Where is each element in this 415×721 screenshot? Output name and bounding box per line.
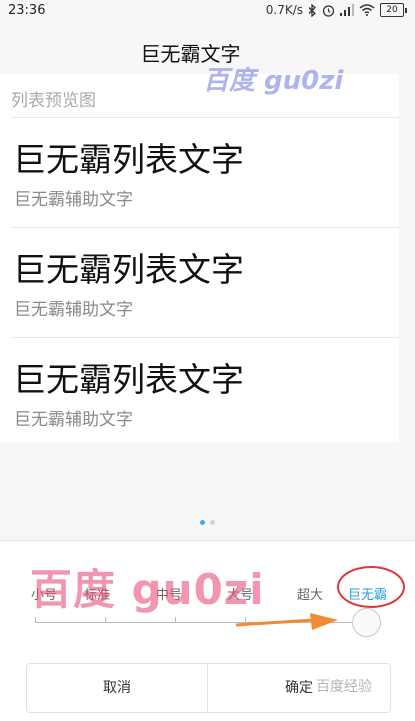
slider-tick xyxy=(105,617,106,623)
confirm-button[interactable]: 确定 xyxy=(207,663,391,713)
status-icons: 0.7K/s 20 xyxy=(266,3,407,17)
list-item: 巨无霸列表文字 巨无霸辅助文字 xyxy=(11,227,399,338)
list-item-primary-text: 巨无霸列表文字 xyxy=(13,360,244,399)
list-item-secondary-text: 巨无霸辅助文字 xyxy=(14,190,133,210)
page-indicator xyxy=(0,520,415,525)
list-item: 巨无霸列表文字 巨无霸辅助文字 xyxy=(11,337,399,442)
signal-icon xyxy=(340,4,354,16)
cancel-button[interactable]: 取消 xyxy=(26,663,208,713)
page-dot-active xyxy=(200,520,205,525)
wifi-icon xyxy=(359,4,375,16)
list-item-secondary-text: 巨无霸辅助文字 xyxy=(14,300,133,320)
network-speed: 0.7K/s xyxy=(265,3,303,17)
size-label-xlarge[interactable]: 超大 xyxy=(297,584,323,603)
font-size-slider-track[interactable] xyxy=(35,622,355,623)
size-label-small[interactable]: 小号 xyxy=(31,584,57,603)
list-item: 巨无霸列表文字 巨无霸辅助文字 xyxy=(11,117,399,228)
list-item-secondary-text: 巨无霸辅助文字 xyxy=(14,410,133,430)
battery-level: 20 xyxy=(380,3,404,17)
slider-tick xyxy=(35,617,36,623)
slider-tick xyxy=(315,617,316,623)
title-bar: 巨无霸文字 xyxy=(0,24,415,74)
list-item-primary-text: 巨无霸列表文字 xyxy=(13,250,244,289)
preview-header: 列表预览图 xyxy=(11,91,96,111)
status-bar: 23:36 0.7K/s 20 xyxy=(0,0,415,24)
list-preview-card: 列表预览图 巨无霸列表文字 巨无霸辅助文字 巨无霸列表文字 巨无霸辅助文字 巨无… xyxy=(0,74,399,442)
font-size-sheet: 小号 标准 中号 大号 超大 巨无霸 取消 确定 xyxy=(0,540,415,721)
font-size-slider-thumb[interactable] xyxy=(352,608,381,637)
status-time: 23:36 xyxy=(8,3,46,18)
alarm-icon xyxy=(322,4,335,17)
page-dot xyxy=(210,520,215,525)
page-title: 巨无霸文字 xyxy=(140,42,241,66)
size-label-jumbo[interactable]: 巨无霸 xyxy=(348,584,387,603)
slider-tick xyxy=(175,617,176,623)
list-item-primary-text: 巨无霸列表文字 xyxy=(13,140,244,179)
battery-icon: 20 xyxy=(380,3,407,17)
size-label-standard[interactable]: 标准 xyxy=(84,584,110,603)
size-label-large[interactable]: 大号 xyxy=(227,584,253,603)
bluetooth-icon xyxy=(308,3,317,17)
size-label-medium[interactable]: 中号 xyxy=(156,584,182,603)
slider-tick xyxy=(245,617,246,623)
